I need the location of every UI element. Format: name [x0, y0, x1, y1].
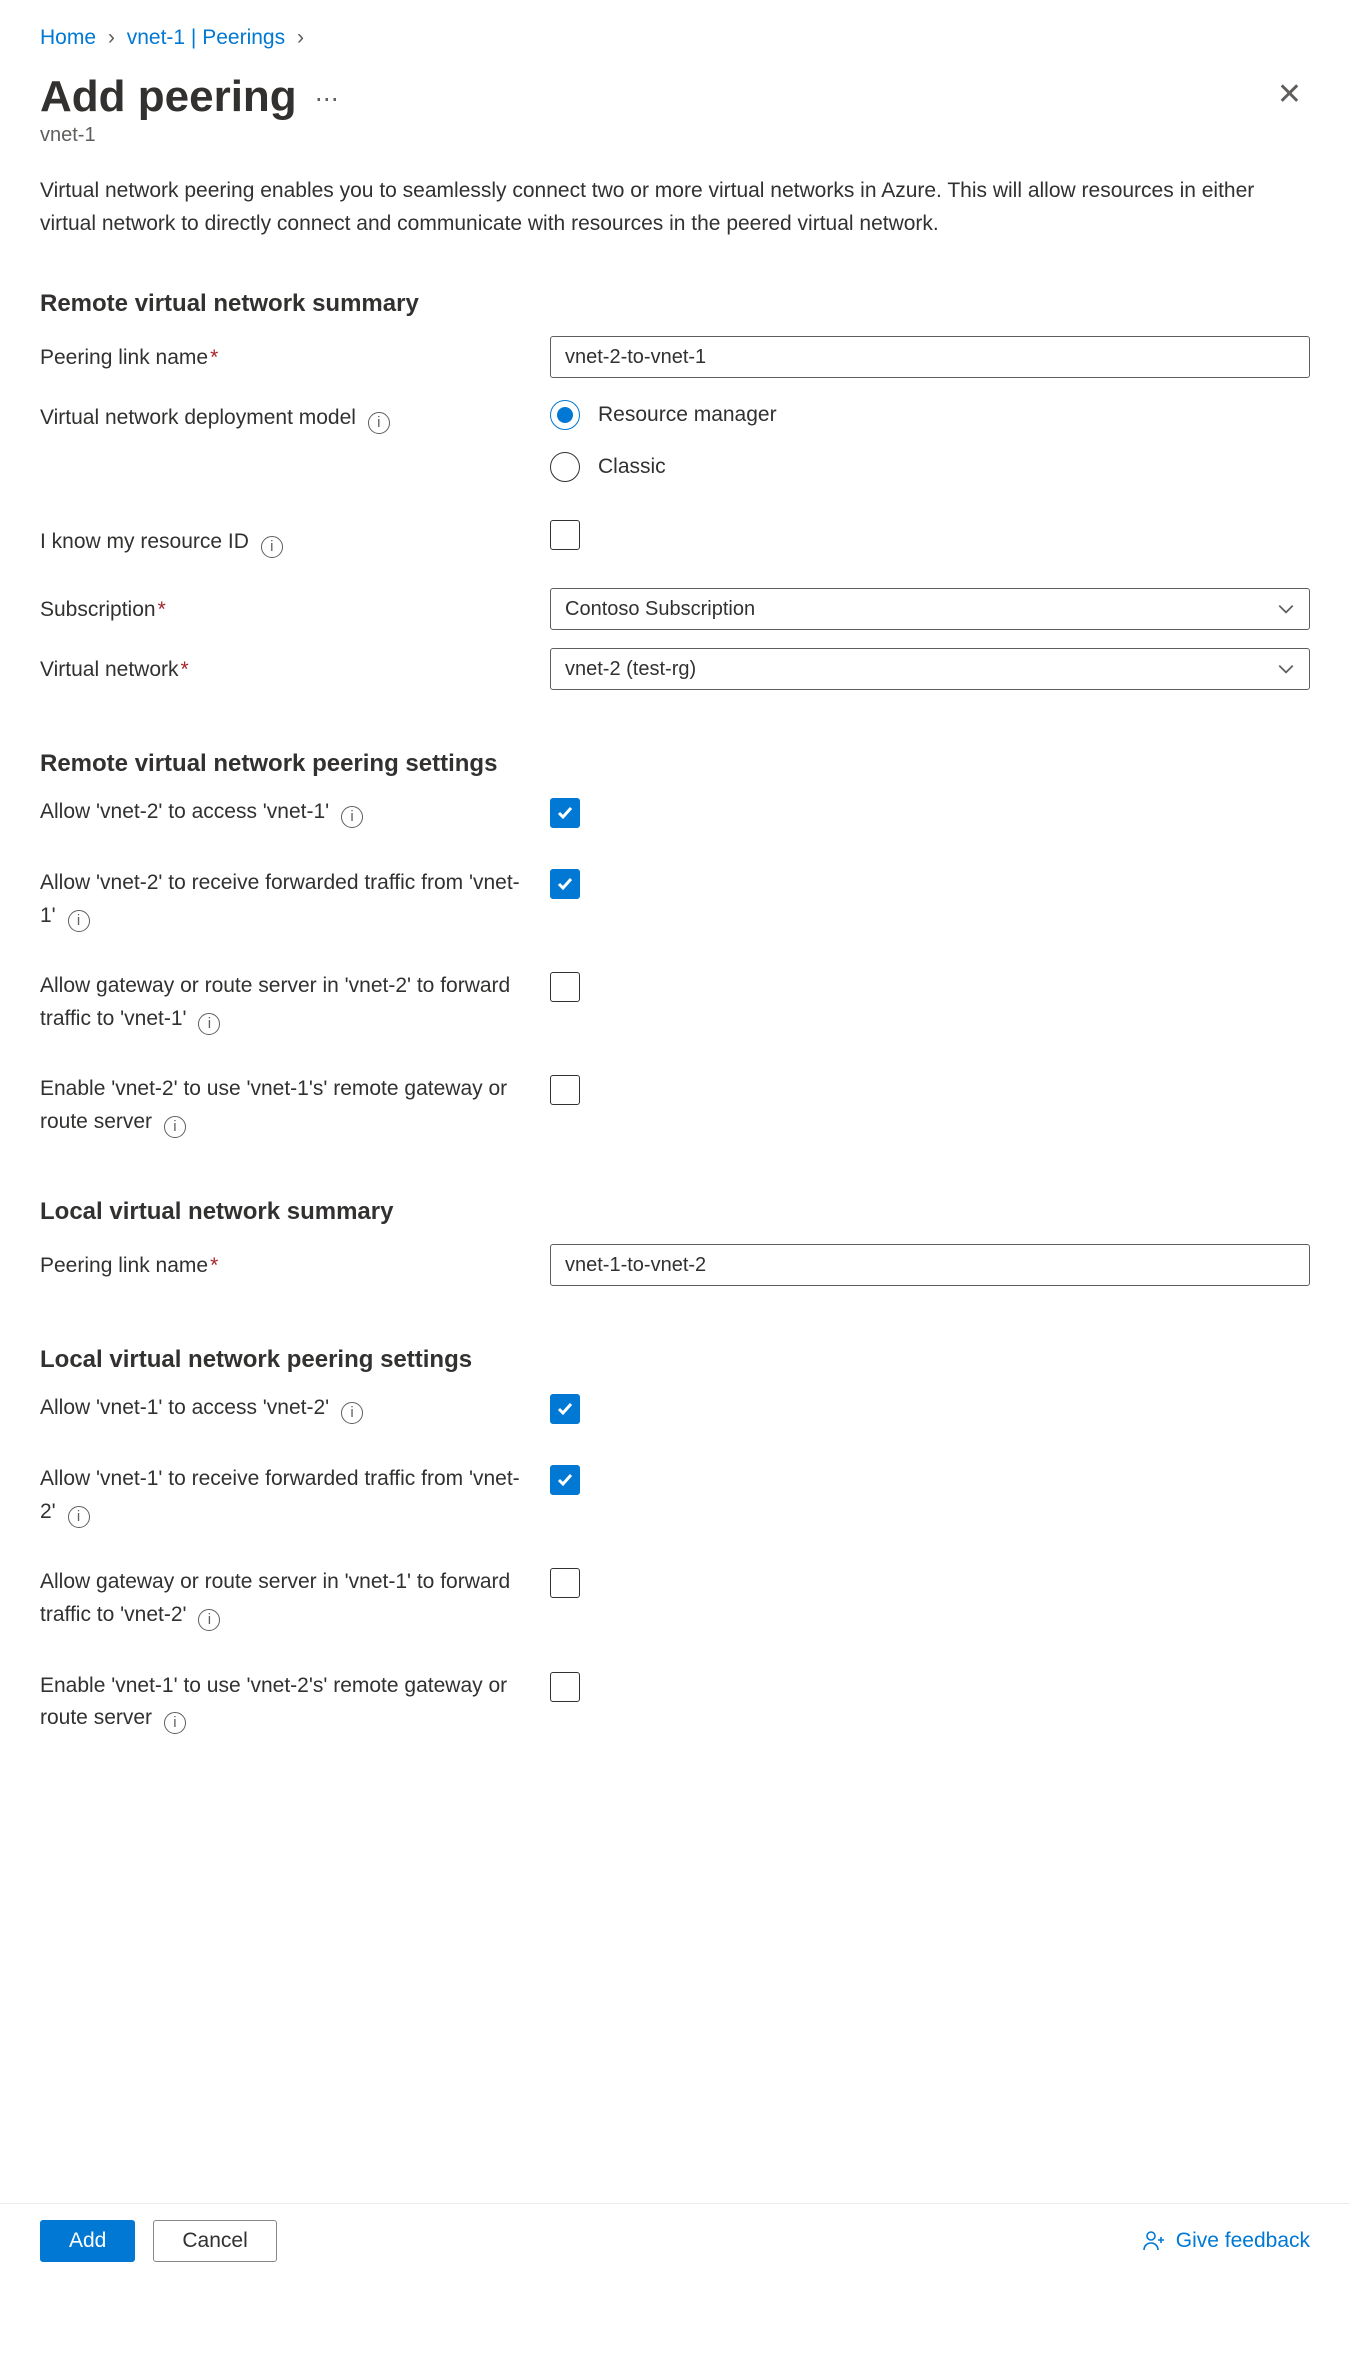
page-title: Add peering — [40, 72, 297, 122]
radio-rm-label: Resource manager — [598, 403, 777, 427]
remote-enable-gw-label: Enable 'vnet-2' to use 'vnet-1's' remote… — [40, 1073, 550, 1138]
remote-allow-access-label: Allow 'vnet-2' to access 'vnet-1' i — [40, 796, 550, 829]
chevron-down-icon — [1277, 660, 1295, 678]
cancel-button[interactable]: Cancel — [153, 2220, 276, 2262]
radio-unselected-icon — [550, 452, 580, 482]
subscription-label: Subscription* — [40, 588, 550, 626]
remote-link-name-input[interactable] — [550, 336, 1310, 378]
section-local-summary: Local virtual network summary — [40, 1198, 1310, 1226]
local-allow-gateway-checkbox[interactable] — [550, 1568, 580, 1598]
deployment-model-label: Virtual network deployment model i — [40, 396, 550, 434]
breadcrumb-vnet-peerings[interactable]: vnet-1 | Peerings — [127, 26, 285, 49]
checkmark-icon — [555, 1470, 575, 1490]
feedback-icon — [1142, 2229, 1166, 2253]
subscription-value: Contoso Subscription — [565, 598, 755, 621]
intro-text: Virtual network peering enables you to s… — [40, 175, 1280, 240]
local-link-name-input[interactable] — [550, 1244, 1310, 1286]
virtual-network-value: vnet-2 (test-rg) — [565, 658, 696, 681]
chevron-down-icon — [1277, 600, 1295, 618]
info-icon[interactable]: i — [368, 412, 390, 434]
info-icon[interactable]: i — [68, 910, 90, 932]
remote-allow-gateway-label: Allow gateway or route server in 'vnet-2… — [40, 970, 550, 1035]
footer-bar: Add Cancel Give feedback — [0, 2203, 1350, 2280]
local-allow-access-label: Allow 'vnet-1' to access 'vnet-2' i — [40, 1392, 550, 1425]
close-icon[interactable]: ✕ — [1269, 77, 1310, 112]
remote-allow-gateway-checkbox[interactable] — [550, 972, 580, 1002]
checkmark-icon — [555, 1399, 575, 1419]
virtual-network-select[interactable]: vnet-2 (test-rg) — [550, 648, 1310, 690]
remote-enable-gw-checkbox[interactable] — [550, 1075, 580, 1105]
give-feedback-label: Give feedback — [1176, 2229, 1310, 2253]
add-button[interactable]: Add — [40, 2220, 135, 2262]
info-icon[interactable]: i — [341, 806, 363, 828]
info-icon[interactable]: i — [164, 1712, 186, 1734]
remote-allow-fwd-label: Allow 'vnet-2' to receive forwarded traf… — [40, 867, 550, 932]
more-actions-button[interactable]: ⋯ — [315, 85, 341, 114]
radio-classic-label: Classic — [598, 455, 666, 479]
breadcrumb-home[interactable]: Home — [40, 26, 96, 49]
chevron-right-icon: › — [297, 26, 304, 49]
give-feedback-link[interactable]: Give feedback — [1142, 2229, 1310, 2253]
remote-link-name-label: Peering link name* — [40, 336, 550, 374]
radio-resource-manager[interactable]: Resource manager — [550, 400, 1310, 430]
remote-allow-fwd-checkbox[interactable] — [550, 869, 580, 899]
local-link-name-label: Peering link name* — [40, 1244, 550, 1282]
info-icon[interactable]: i — [68, 1506, 90, 1528]
checkmark-icon — [555, 803, 575, 823]
info-icon[interactable]: i — [198, 1609, 220, 1631]
checkmark-icon — [555, 874, 575, 894]
info-icon[interactable]: i — [198, 1013, 220, 1035]
info-icon[interactable]: i — [164, 1116, 186, 1138]
radio-selected-icon — [550, 400, 580, 430]
page-subtitle: vnet-1 — [40, 124, 1310, 147]
info-icon[interactable]: i — [261, 536, 283, 558]
local-enable-gw-label: Enable 'vnet-1' to use 'vnet-2's' remote… — [40, 1670, 550, 1735]
breadcrumb: Home › vnet-1 | Peerings › — [40, 20, 1310, 64]
section-local-peering: Local virtual network peering settings — [40, 1346, 1310, 1374]
local-allow-access-checkbox[interactable] — [550, 1394, 580, 1424]
remote-allow-access-checkbox[interactable] — [550, 798, 580, 828]
chevron-right-icon: › — [108, 26, 115, 49]
local-allow-gateway-label: Allow gateway or route server in 'vnet-1… — [40, 1566, 550, 1631]
local-allow-fwd-label: Allow 'vnet-1' to receive forwarded traf… — [40, 1463, 550, 1528]
know-resource-id-label: I know my resource ID i — [40, 520, 550, 558]
local-allow-fwd-checkbox[interactable] — [550, 1465, 580, 1495]
section-remote-summary: Remote virtual network summary — [40, 290, 1310, 318]
virtual-network-label: Virtual network* — [40, 648, 550, 686]
local-enable-gw-checkbox[interactable] — [550, 1672, 580, 1702]
know-resource-id-checkbox[interactable] — [550, 520, 580, 550]
radio-classic[interactable]: Classic — [550, 452, 1310, 482]
info-icon[interactable]: i — [341, 1402, 363, 1424]
subscription-select[interactable]: Contoso Subscription — [550, 588, 1310, 630]
section-remote-peering: Remote virtual network peering settings — [40, 750, 1310, 778]
